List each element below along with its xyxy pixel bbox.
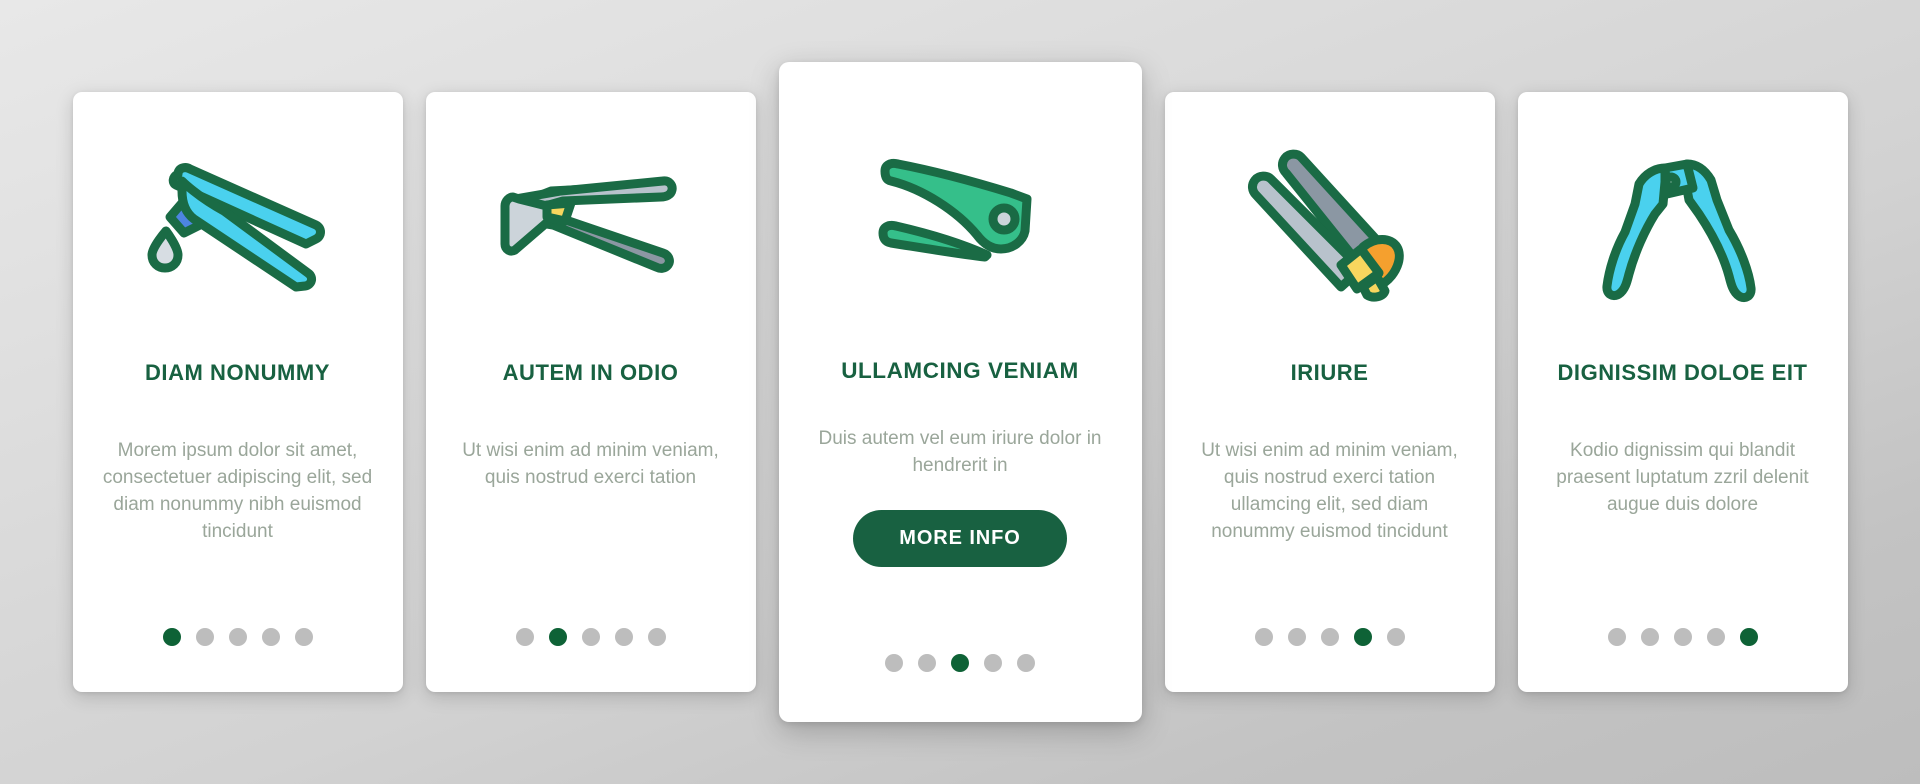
onboarding-card-1[interactable]: DIAM NONUMMY Morem ipsum dolor sit amet,… [72,92,403,692]
pagination-dot[interactable] [1640,628,1659,646]
card-5-title: DIGNISSIM DOLOE EIT [1557,360,1808,385]
card-5-pagination-dots [1518,628,1848,646]
pagination-dot[interactable] [195,628,214,646]
pagination-dot[interactable] [1353,628,1372,646]
pagination-dot[interactable] [885,654,903,672]
card-2-illustration [426,92,756,360]
card-3-body: Duis autem vel eum iriure dolor in hendr… [818,427,1102,476]
card-3-illustration [779,62,1142,358]
card-2-pagination-dots [426,628,756,646]
pagination-dot[interactable] [515,628,534,646]
pagination-dot[interactable] [1386,628,1405,646]
tweezers-icon [1245,141,1415,311]
card-4-title: IRIURE [1290,360,1369,385]
pagination-dot[interactable] [261,628,280,646]
pagination-dot[interactable] [228,628,247,646]
pagination-dot[interactable] [918,654,936,672]
onboarding-screens-container: DIAM NONUMMY Morem ipsum dolor sit amet,… [0,0,1920,784]
card-1-body: Morem ipsum dolor sit amet, consectetuer… [102,440,373,543]
more-info-button[interactable]: MORE INFO [853,509,1067,567]
pagination-dot[interactable] [1017,654,1035,672]
pagination-dot[interactable] [1254,628,1273,646]
pagination-dot[interactable] [1607,628,1626,646]
pliers-with-drop-icon [138,151,338,301]
onboarding-card-3[interactable]: ULLAMCING VENIAM Duis autem vel eum iriu… [778,62,1142,722]
pagination-dot[interactable] [614,628,633,646]
card-1-illustration [73,92,403,360]
onboarding-card-5[interactable]: DIGNISSIM DOLOE EIT Kodio dignissim qui … [1517,92,1848,692]
pagination-dot[interactable] [1320,628,1339,646]
pagination-dot[interactable] [647,628,666,646]
card-4-pagination-dots [1165,628,1495,646]
onboarding-card-2[interactable]: AUTEM IN ODIO Ut wisi enim ad minim veni… [425,92,756,692]
pagination-dot[interactable] [548,628,567,646]
pagination-dot[interactable] [984,654,1002,672]
pagination-dot[interactable] [1739,628,1758,646]
card-3-pagination-dots [779,654,1142,672]
onboarding-card-4[interactable]: IRIURE Ut wisi enim ad minim veniam, qui… [1164,92,1495,692]
pruning-shears-icon [865,145,1055,275]
card-5-illustration [1518,92,1848,360]
card-1-pagination-dots [73,628,403,646]
pagination-dot[interactable] [1673,628,1692,646]
card-1-title: DIAM NONUMMY [144,360,331,385]
pagination-dot[interactable] [1706,628,1725,646]
card-2-body: Ut wisi enim ad minim veniam, quis nostr… [462,440,719,489]
card-4-illustration [1165,92,1495,360]
card-rail: DIAM NONUMMY Morem ipsum dolor sit amet,… [0,0,1920,784]
card-2-title: AUTEM IN ODIO [502,360,679,385]
card-3-title: ULLAMCING VENIAM [841,358,1079,383]
pincers-tool-icon [491,161,691,291]
card-5-body: Kodio dignissim qui blandit praesent lup… [1556,440,1809,516]
card-4-body: Ut wisi enim ad minim veniam, quis nostr… [1201,440,1458,543]
pagination-dot[interactable] [581,628,600,646]
nippers-icon [1593,146,1773,306]
pagination-dot[interactable] [951,654,969,672]
pagination-dot[interactable] [1287,628,1306,646]
pagination-dot[interactable] [294,628,313,646]
card-3-cta-wrap: MORE INFO [853,509,1067,567]
pagination-dot[interactable] [162,628,181,646]
